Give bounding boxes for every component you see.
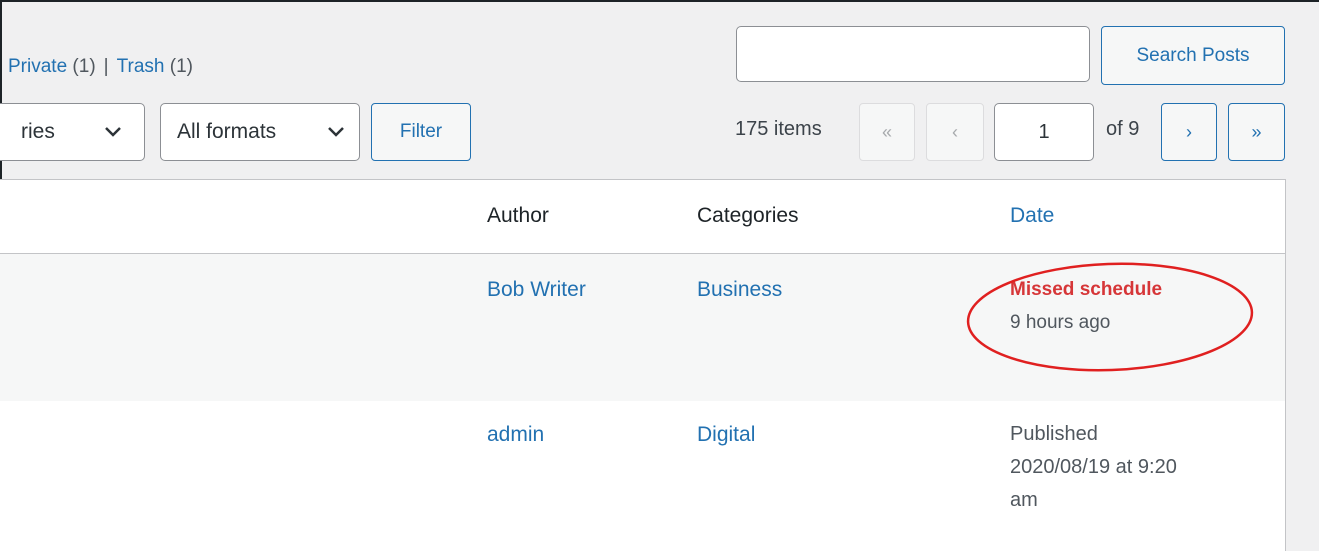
- column-header-date[interactable]: Date: [1010, 204, 1054, 228]
- chevron-down-icon: [328, 127, 344, 137]
- view-private-link[interactable]: Private (1): [8, 56, 96, 77]
- table-row: admin Digital Published 2020/08/19 at 9:…: [0, 401, 1285, 551]
- items-count: 175 items: [735, 118, 822, 140]
- row-author-link[interactable]: admin: [487, 418, 544, 451]
- last-page-button[interactable]: »: [1228, 103, 1285, 161]
- window-border-top: [0, 0, 1319, 2]
- next-page-button[interactable]: ›: [1161, 103, 1217, 161]
- row-author-link[interactable]: Bob Writer: [487, 273, 586, 306]
- published-date: 2020/08/19 at 9:20: [1010, 456, 1177, 478]
- first-page-button: «: [859, 103, 915, 161]
- format-filter-select[interactable]: All formats: [160, 103, 360, 161]
- annotation-circle: [966, 262, 1254, 372]
- row-date: Published 2020/08/19 at 9:20 am: [1010, 418, 1177, 517]
- private-count: (1): [72, 56, 96, 77]
- filter-button[interactable]: Filter: [371, 103, 471, 161]
- published-status: Published: [1010, 423, 1098, 445]
- total-pages: of 9: [1106, 118, 1140, 140]
- format-select-value: All formats: [177, 120, 277, 143]
- current-page-input[interactable]: 1: [994, 103, 1094, 161]
- row-category-link[interactable]: Digital: [697, 418, 755, 451]
- post-status-views: Private (1) | Trash (1): [8, 56, 193, 78]
- category-select-value: ries: [21, 120, 55, 143]
- view-trash-link[interactable]: Trash (1): [117, 56, 193, 77]
- view-separator: |: [103, 56, 109, 77]
- search-posts-button[interactable]: Search Posts: [1101, 26, 1285, 85]
- published-time-suffix: am: [1010, 489, 1038, 511]
- prev-page-button: ‹: [926, 103, 984, 161]
- column-header-categories: Categories: [697, 204, 799, 227]
- chevron-down-icon: [105, 127, 121, 137]
- search-input[interactable]: [736, 26, 1090, 82]
- trash-count: (1): [169, 56, 193, 77]
- category-filter-select[interactable]: ries: [0, 103, 145, 161]
- table-header: Author Categories Date: [0, 180, 1285, 254]
- column-header-author: Author: [487, 204, 549, 227]
- row-category-link[interactable]: Business: [697, 273, 782, 306]
